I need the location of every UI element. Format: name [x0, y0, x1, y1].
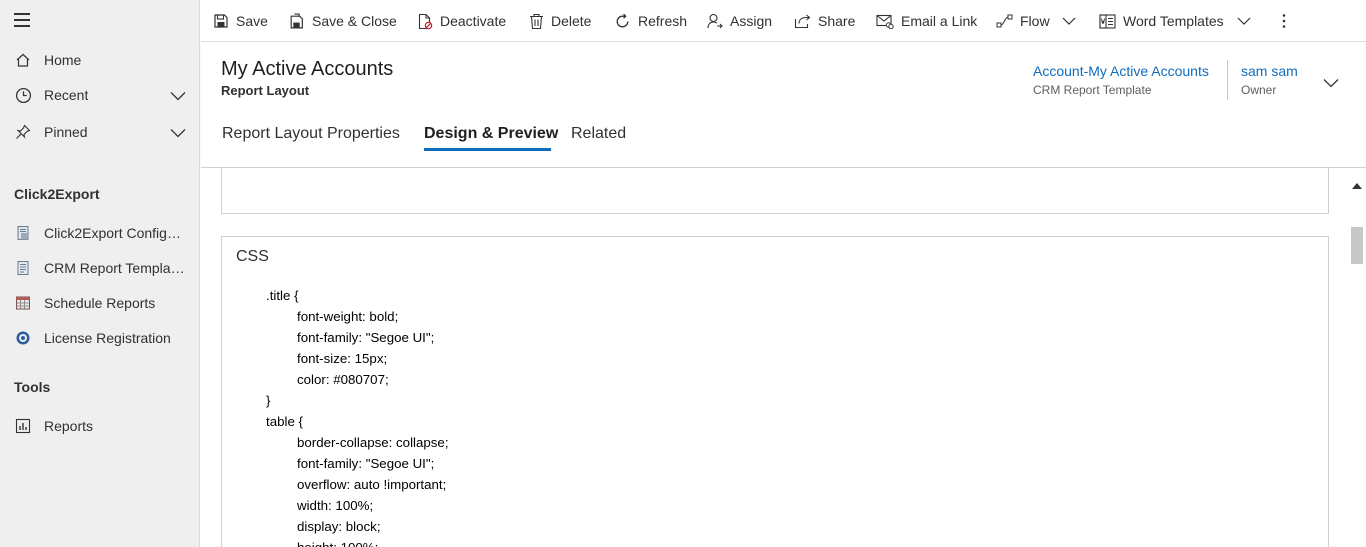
save-icon [214, 14, 228, 28]
save-close-label: Save & Close [312, 13, 397, 29]
code-line: font-weight: bold; [297, 309, 399, 324]
crm-report-template-label: CRM Report Template [1033, 83, 1152, 97]
hamburger-icon[interactable] [14, 13, 32, 29]
config-doc-icon [14, 224, 32, 242]
pin-icon [14, 123, 32, 141]
code-line: font-size: 15px; [297, 351, 388, 366]
code-line: width: 100%; [297, 498, 374, 513]
scroll-up-arrow-icon[interactable] [1352, 176, 1362, 194]
more-vertical-icon [1282, 14, 1286, 28]
owner-label: Owner [1241, 83, 1277, 97]
active-tab-indicator [424, 148, 551, 151]
license-seal-icon [14, 329, 32, 347]
code-line: font-family: "Segoe UI"; [297, 456, 435, 471]
assign-person-icon [707, 13, 723, 29]
delete-button[interactable]: Delete [529, 0, 591, 42]
owner-link[interactable]: sam sam [1241, 63, 1298, 79]
assign-label: Assign [730, 13, 773, 29]
sidebar-item-label: Home [44, 52, 82, 68]
header-divider [1227, 60, 1228, 100]
code-line: display: block; [297, 519, 381, 534]
sidebar-item-crm-report-templates[interactable]: CRM Report Templates [0, 251, 200, 285]
vertical-scrollbar[interactable] [1348, 168, 1366, 547]
save-close-button[interactable]: Save & Close [288, 0, 397, 42]
crm-report-template-link[interactable]: Account-My Active Accounts [1033, 63, 1209, 79]
word-template-icon [1099, 13, 1116, 29]
chevron-down-icon[interactable] [1237, 17, 1251, 25]
code-line: table { [266, 414, 303, 429]
sidebar-item-label: Pinned [44, 124, 88, 140]
header-expand-chevron-icon[interactable] [1323, 75, 1339, 93]
assign-button[interactable]: Assign [707, 0, 772, 42]
previous-section-card [221, 168, 1329, 214]
save-button[interactable]: Save [213, 0, 268, 42]
template-doc-icon [14, 259, 32, 277]
sidebar-item-label: CRM Report Templates [44, 260, 186, 276]
code-line: .title { [266, 288, 299, 303]
word-templates-button[interactable]: Word Templates [1099, 0, 1251, 42]
email-link-label: Email a Link [901, 13, 978, 29]
code-line: color: #080707; [297, 372, 389, 387]
calendar-grid-icon [14, 294, 32, 312]
sidebar-group-title: Tools [14, 379, 51, 395]
sidebar-item-click2export-config[interactable]: Click2Export Configu... [0, 216, 200, 250]
trash-icon [530, 13, 543, 29]
sidebar-item-home[interactable]: Home [0, 43, 200, 77]
chevron-down-icon[interactable] [170, 88, 186, 104]
chevron-down-icon[interactable] [170, 125, 186, 141]
chevron-down-icon[interactable] [1062, 17, 1076, 25]
refresh-label: Refresh [638, 13, 688, 29]
css-section-label: CSS [236, 248, 269, 265]
scrollbar-thumb[interactable] [1351, 227, 1363, 264]
sidebar-item-label: Reports [44, 418, 94, 434]
home-icon [14, 51, 32, 69]
css-section: CSS .title { font-weight: bold; font-fam… [221, 236, 1329, 547]
page-title: My Active Accounts [221, 58, 394, 80]
clock-icon [14, 86, 32, 104]
word-templates-label: Word Templates [1123, 13, 1224, 29]
tab-design-preview[interactable]: Design & Preview [424, 125, 558, 143]
flow-label: Flow [1020, 13, 1050, 29]
sidebar-item-recent[interactable]: Recent [0, 78, 200, 112]
record-header: My Active Accounts Report Layout Account… [201, 42, 1366, 168]
sidebar-item-label: License Registration [44, 330, 171, 346]
code-line: border-collapse: collapse; [297, 435, 449, 450]
delete-label: Delete [551, 13, 592, 29]
share-button[interactable]: Share [794, 0, 855, 42]
code-line: } [266, 393, 271, 408]
sidebar-item-label: Click2Export Configu... [44, 225, 186, 241]
flow-button[interactable]: Flow [996, 0, 1076, 42]
deactivate-icon [418, 13, 433, 29]
sidebar: Home Recent Pinned Click2Export Click2Ex… [0, 0, 200, 547]
entity-name: Report Layout [221, 83, 310, 98]
deactivate-label: Deactivate [440, 13, 507, 29]
code-line: overflow: auto !important; [297, 477, 447, 492]
tab-related[interactable]: Related [571, 125, 626, 143]
share-label: Share [818, 13, 856, 29]
email-link-button[interactable]: Email a Link [876, 0, 977, 42]
code-line: height: 100%; [266, 537, 449, 547]
css-code-block[interactable]: .title { font-weight: bold; font-family:… [266, 285, 449, 547]
sidebar-item-label: Schedule Reports [44, 295, 156, 311]
sidebar-group-title: Click2Export [14, 186, 100, 202]
form-content: CSS .title { font-weight: bold; font-fam… [201, 168, 1348, 547]
sidebar-item-pinned[interactable]: Pinned [0, 115, 200, 149]
report-chart-icon [14, 417, 32, 435]
sidebar-item-license-registration[interactable]: License Registration [0, 321, 200, 355]
sidebar-item-label: Recent [44, 87, 89, 103]
command-bar: Save Save & Close Deactivate Delete Refr… [201, 0, 1366, 42]
sidebar-item-schedule-reports[interactable]: Schedule Reports [0, 286, 200, 320]
flow-icon [996, 14, 1013, 28]
tab-report-layout-properties[interactable]: Report Layout Properties [222, 125, 400, 143]
save-label: Save [236, 13, 268, 29]
refresh-icon [616, 13, 629, 27]
share-icon [794, 14, 811, 29]
sidebar-item-reports[interactable]: Reports [0, 409, 200, 443]
refresh-button[interactable]: Refresh [614, 0, 687, 42]
email-link-icon [876, 14, 894, 29]
code-line: font-family: "Segoe UI"; [297, 330, 435, 345]
save-close-icon [290, 13, 303, 28]
deactivate-button[interactable]: Deactivate [417, 0, 506, 42]
more-commands-button[interactable] [1282, 0, 1293, 42]
